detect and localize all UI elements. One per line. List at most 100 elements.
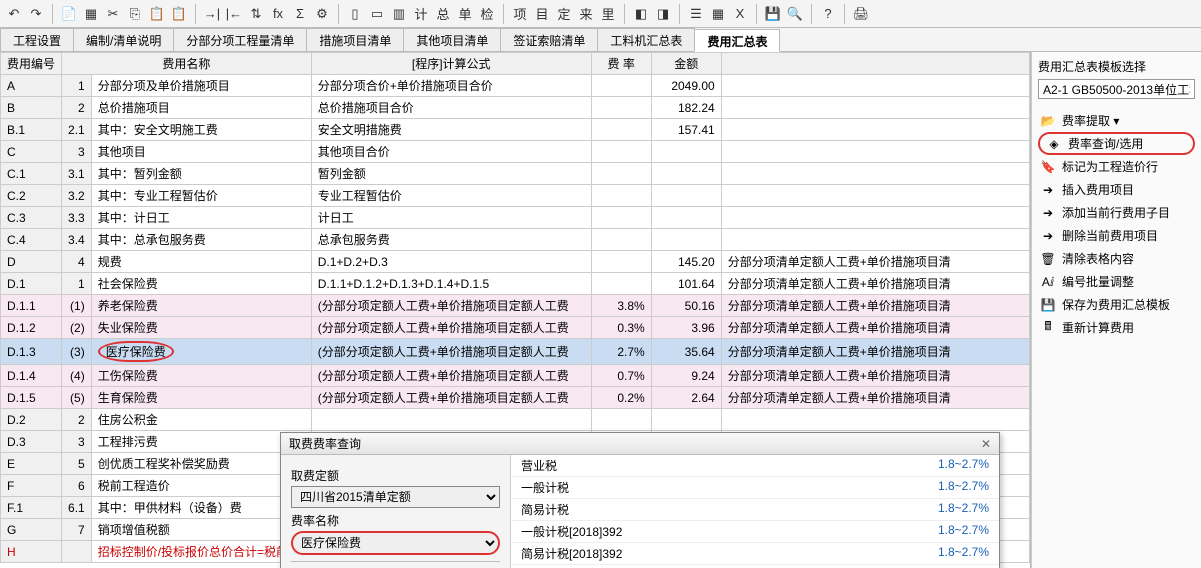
- cell-rate[interactable]: [591, 229, 651, 251]
- side-action-0[interactable]: 📂费率提取 ▾: [1038, 109, 1195, 132]
- cell-rate[interactable]: [591, 163, 651, 185]
- cell-remark[interactable]: 分部分项清单定额人工费+单价措施项目清: [721, 387, 1029, 409]
- cell-amount[interactable]: 157.41: [651, 119, 721, 141]
- cell-amount[interactable]: 3.96: [651, 317, 721, 339]
- sort-icon[interactable]: ⇅: [246, 4, 266, 24]
- paste-icon[interactable]: 📋: [147, 4, 167, 24]
- cell-amount[interactable]: [651, 229, 721, 251]
- cell-name[interactable]: 其中：计日工: [91, 207, 311, 229]
- tab-2[interactable]: 分部分项工程量清单: [173, 28, 307, 51]
- cell-amount[interactable]: 2049.00: [651, 75, 721, 97]
- cell-rate[interactable]: [591, 75, 651, 97]
- sum-icon[interactable]: 总: [433, 4, 453, 24]
- cell-rate[interactable]: [591, 409, 651, 431]
- cell-formula[interactable]: 暂列金额: [311, 163, 591, 185]
- cell-no[interactable]: 3.3: [62, 207, 92, 229]
- side-action-9[interactable]: 🖩重新计算费用: [1038, 316, 1195, 339]
- cell-no[interactable]: [62, 541, 92, 563]
- panel2-icon[interactable]: ▭: [367, 4, 387, 24]
- cell-formula[interactable]: D.1.1+D.1.2+D.1.3+D.1.4+D.1.5: [311, 273, 591, 295]
- 来-icon[interactable]: 来: [576, 4, 596, 24]
- list-icon[interactable]: ☰: [686, 4, 706, 24]
- calc-icon[interactable]: 计: [411, 4, 431, 24]
- cell-remark[interactable]: [721, 409, 1029, 431]
- cell-code[interactable]: D.1.4: [1, 365, 62, 387]
- cell-no[interactable]: 3: [62, 141, 92, 163]
- excel-icon[interactable]: X: [730, 4, 750, 24]
- cell-name[interactable]: 医疗保险费: [91, 339, 311, 365]
- paste2-icon[interactable]: 📋: [169, 4, 189, 24]
- cell-amount[interactable]: [651, 207, 721, 229]
- cell-formula[interactable]: (分部分项定额人工费+单价措施项目定额人工费: [311, 339, 591, 365]
- cell-remark[interactable]: [721, 75, 1029, 97]
- cell-code[interactable]: D.3: [1, 431, 62, 453]
- cell-code[interactable]: D.1.2: [1, 317, 62, 339]
- side-action-6[interactable]: 🗑清除表格内容: [1038, 247, 1195, 270]
- panel1-icon[interactable]: ▯: [345, 4, 365, 24]
- cell-formula[interactable]: 分部分项合价+单价措施项目合价: [311, 75, 591, 97]
- cell-name[interactable]: 社会保险费: [91, 273, 311, 295]
- cell-name[interactable]: 工伤保险费: [91, 365, 311, 387]
- cell-formula[interactable]: (分部分项定额人工费+单价措施项目定额人工费: [311, 365, 591, 387]
- cell-name[interactable]: 分部分项及单价措施项目: [91, 75, 311, 97]
- tab-7[interactable]: 费用汇总表: [694, 29, 780, 52]
- select-feename[interactable]: 医疗保险费: [291, 531, 500, 555]
- help-icon[interactable]: ?: [818, 4, 838, 24]
- tab-5[interactable]: 签证索赔清单: [500, 28, 598, 51]
- cell-rate[interactable]: 0.2%: [591, 387, 651, 409]
- cell-name[interactable]: 其他项目: [91, 141, 311, 163]
- cell-code[interactable]: C.4: [1, 229, 62, 251]
- cell-name[interactable]: 失业保险费: [91, 317, 311, 339]
- cell-name[interactable]: 其中：安全文明施工费: [91, 119, 311, 141]
- cell-no[interactable]: 6: [62, 475, 92, 497]
- cell-no[interactable]: 2: [62, 409, 92, 431]
- tab-0[interactable]: 工程设置: [0, 28, 74, 51]
- cell-name[interactable]: 工程排污费: [91, 431, 311, 453]
- side-action-4[interactable]: ➔添加当前行费用子目: [1038, 201, 1195, 224]
- cell-no[interactable]: 2.1: [62, 119, 92, 141]
- cell-name[interactable]: 税前工程造价: [91, 475, 311, 497]
- cell-amount[interactable]: [651, 141, 721, 163]
- cell-code[interactable]: C.2: [1, 185, 62, 207]
- cell-no[interactable]: 3: [62, 431, 92, 453]
- cell-remark[interactable]: 分部分项清单定额人工费+单价措施项目清: [721, 273, 1029, 295]
- cell-name[interactable]: 销项增值税额: [91, 519, 311, 541]
- side-action-1[interactable]: ◈费率查询/选用: [1038, 132, 1195, 155]
- cell-remark[interactable]: 分部分项清单定额人工费+单价措施项目清: [721, 317, 1029, 339]
- cell-formula[interactable]: 专业工程暂估价: [311, 185, 591, 207]
- cell-no[interactable]: (4): [62, 365, 92, 387]
- cell-rate[interactable]: 0.3%: [591, 317, 651, 339]
- cell-name[interactable]: 其中：甲供材料（设备）费: [91, 497, 311, 519]
- cell-no[interactable]: 7: [62, 519, 92, 541]
- cell-no[interactable]: (1): [62, 295, 92, 317]
- cell-rate[interactable]: [591, 207, 651, 229]
- cell-name[interactable]: 养老保险费: [91, 295, 311, 317]
- cell-formula[interactable]: 总承包服务费: [311, 229, 591, 251]
- cell-code[interactable]: E: [1, 453, 62, 475]
- calc2-icon[interactable]: 单: [455, 4, 475, 24]
- result-row[interactable]: 营业税1.8~2.7%: [511, 455, 999, 477]
- result-row[interactable]: 一般计税[2018]3921.8~2.7%: [511, 521, 999, 543]
- close-icon[interactable]: ✕: [981, 437, 991, 451]
- print-icon[interactable]: 🖨: [851, 4, 871, 24]
- check-icon[interactable]: 检: [477, 4, 497, 24]
- cell-rate[interactable]: [591, 119, 651, 141]
- cell-code[interactable]: D.2: [1, 409, 62, 431]
- cell-rate[interactable]: [591, 141, 651, 163]
- cell-code[interactable]: F: [1, 475, 62, 497]
- cell-no[interactable]: 3.4: [62, 229, 92, 251]
- cell-code[interactable]: B: [1, 97, 62, 119]
- cell-rate[interactable]: 3.8%: [591, 295, 651, 317]
- cell-code[interactable]: C: [1, 141, 62, 163]
- cell-no[interactable]: (5): [62, 387, 92, 409]
- cell-name[interactable]: 招标控制价/投标报价总价合计=税前: [91, 541, 311, 563]
- doc-icon[interactable]: 📄: [59, 4, 79, 24]
- cell-amount[interactable]: 182.24: [651, 97, 721, 119]
- cell-code[interactable]: D.1.5: [1, 387, 62, 409]
- side-action-7[interactable]: Aⅈ编号批量调整: [1038, 270, 1195, 293]
- cell-name[interactable]: 总价措施项目: [91, 97, 311, 119]
- cell-code[interactable]: F.1: [1, 497, 62, 519]
- cell-formula[interactable]: 其他项目合价: [311, 141, 591, 163]
- cell-remark[interactable]: [721, 97, 1029, 119]
- cell-no[interactable]: 4: [62, 251, 92, 273]
